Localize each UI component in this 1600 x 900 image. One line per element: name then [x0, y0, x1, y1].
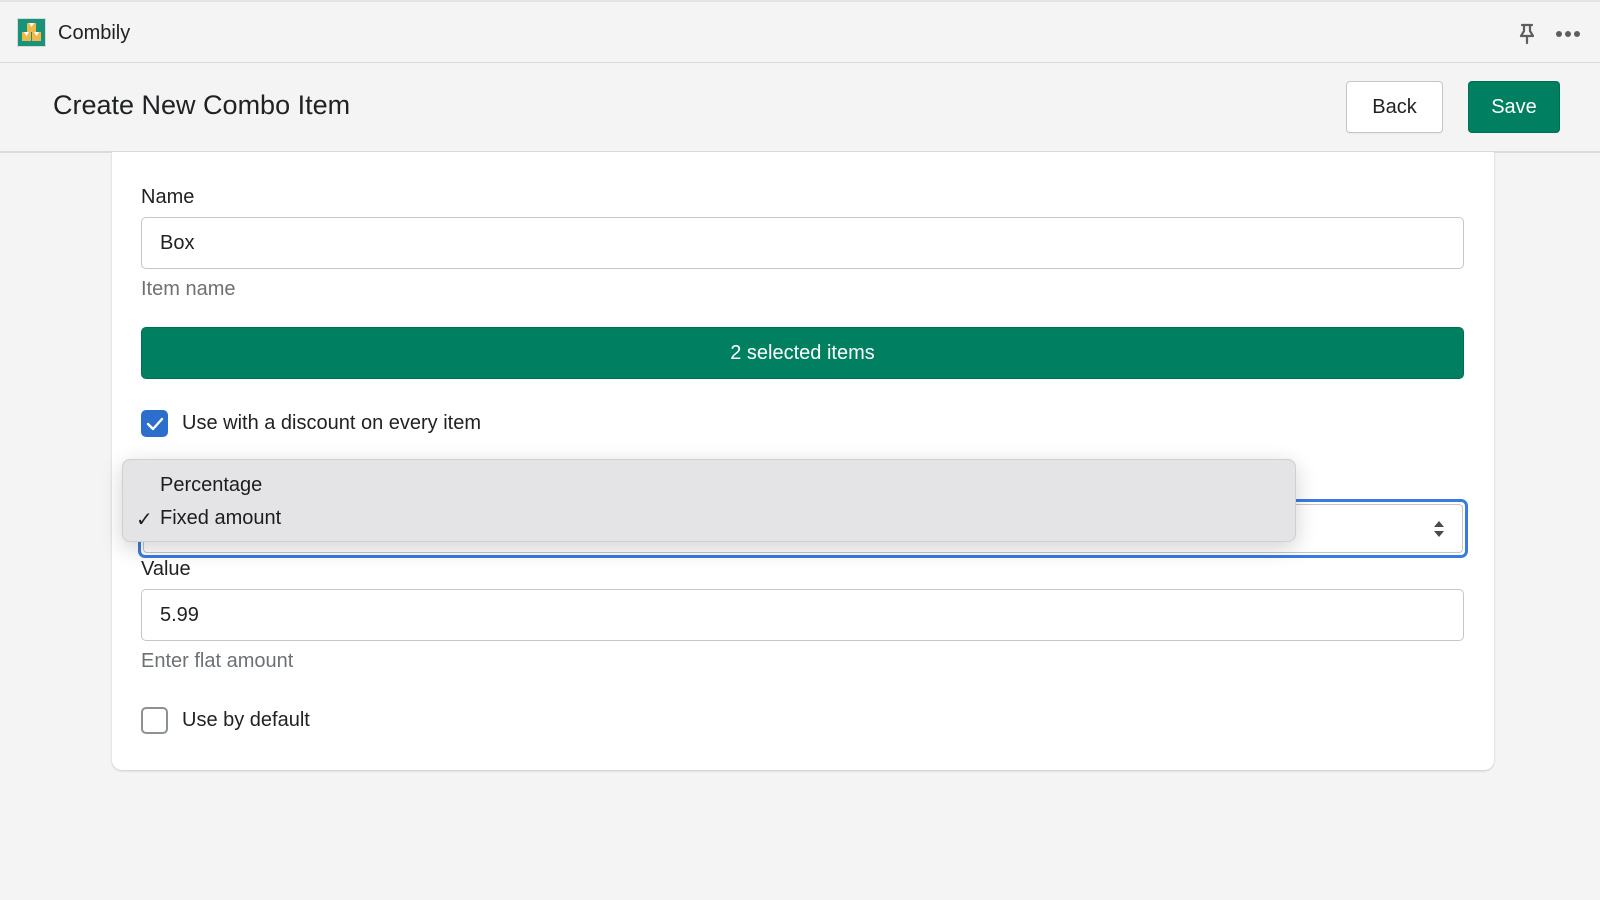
dropdown-option-percentage[interactable]: Percentage	[123, 469, 1295, 502]
name-input[interactable]	[141, 217, 1464, 269]
value-input[interactable]	[141, 589, 1464, 641]
stacked-boxes-icon	[17, 18, 46, 47]
discount-checkbox[interactable]	[141, 410, 168, 437]
app-name: Combily	[58, 22, 131, 44]
page-title: Create New Combo Item	[53, 90, 351, 120]
pin-icon	[1519, 23, 1535, 45]
more-horizontal-icon	[1556, 31, 1580, 37]
more-actions-button[interactable]	[1553, 22, 1583, 46]
dropdown-option-fixed-amount[interactable]: ✓ Fixed amount	[123, 502, 1295, 535]
select-arrows-icon	[1434, 521, 1444, 537]
checkmark-icon	[146, 417, 163, 430]
pin-button[interactable]	[1515, 22, 1539, 46]
default-checkbox-label: Use by default	[182, 709, 310, 731]
selected-items-button[interactable]: 2 selected items	[141, 327, 1464, 379]
name-help-text: Item name	[141, 278, 236, 300]
save-button[interactable]: Save	[1468, 81, 1560, 133]
discount-checkbox-label: Use with a discount on every item	[182, 412, 482, 434]
value-label: Value	[141, 558, 191, 580]
checkmark-icon: ✓	[136, 509, 153, 531]
back-button[interactable]: Back	[1346, 81, 1443, 133]
discount-type-dropdown-menu: Percentage ✓ Fixed amount	[122, 459, 1296, 542]
page-header: Create New Combo Item Back Save	[0, 64, 1600, 153]
app-bar: Combily	[0, 0, 1600, 63]
discount-checkbox-row[interactable]: Use with a discount on every item	[141, 410, 481, 437]
default-checkbox-row[interactable]: Use by default	[141, 707, 310, 734]
name-label: Name	[141, 186, 195, 208]
default-checkbox[interactable]	[141, 707, 168, 734]
value-help-text: Enter flat amount	[141, 650, 294, 672]
